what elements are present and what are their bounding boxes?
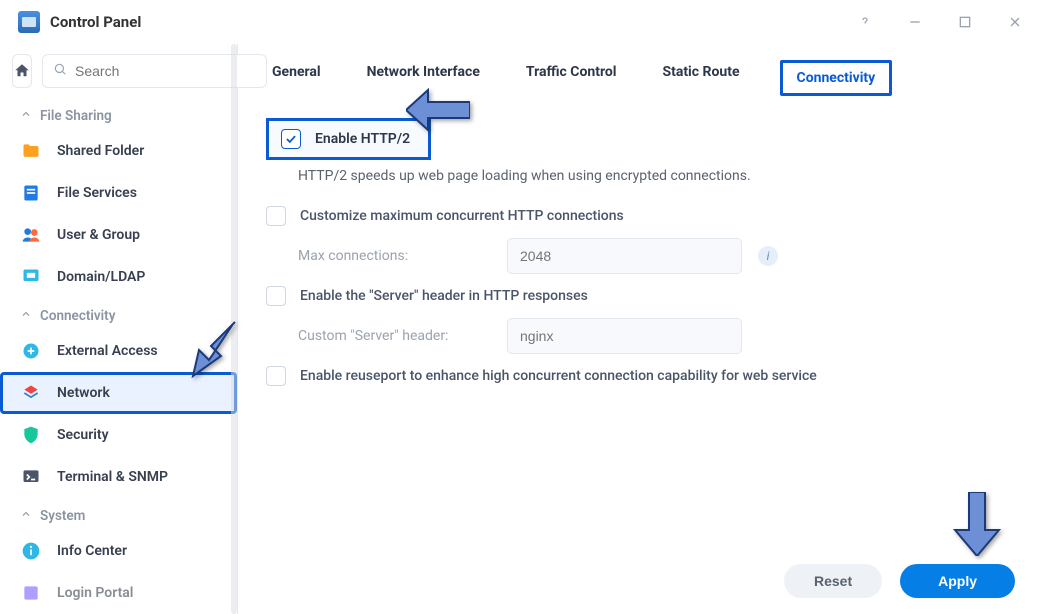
section-system[interactable]: System <box>0 498 237 530</box>
max-connections-input <box>507 238 742 274</box>
custom-server-header-label: Custom "Server" header: <box>266 328 491 344</box>
sidebar-item-domain-ldap[interactable]: Domain/LDAP <box>0 256 237 298</box>
info-icon[interactable]: i <box>758 246 778 266</box>
users-icon <box>20 224 42 246</box>
window-title: Control Panel <box>50 13 141 31</box>
sidebar-item-label: Terminal & SNMP <box>57 469 168 485</box>
folder-icon <box>20 140 42 162</box>
checkbox-reuseport[interactable] <box>266 366 286 386</box>
sidebar-item-login-portal[interactable]: Login Portal <box>0 572 237 614</box>
sidebar-item-file-services[interactable]: File Services <box>0 172 237 214</box>
chevron-up-icon <box>20 308 32 324</box>
tab-connectivity[interactable]: Connectivity <box>780 60 893 96</box>
sidebar-item-network[interactable]: Network <box>0 372 237 414</box>
enable-server-header-label: Enable the "Server" header in HTTP respo… <box>300 288 588 304</box>
reset-button[interactable]: Reset <box>784 564 882 598</box>
sidebar-item-label: Info Center <box>57 543 127 559</box>
sidebar-item-label: Domain/LDAP <box>57 269 145 285</box>
sidebar-item-label: Network <box>57 385 110 401</box>
enable-server-header-row[interactable]: Enable the "Server" header in HTTP respo… <box>266 280 1015 312</box>
info-icon <box>20 540 42 562</box>
search-icon <box>53 62 67 80</box>
enable-http2-label: Enable HTTP/2 <box>315 131 410 147</box>
sidebar-item-shared-folder[interactable]: Shared Folder <box>0 130 237 172</box>
shield-icon <box>20 424 42 446</box>
apply-button[interactable]: Apply <box>900 564 1015 598</box>
help-button[interactable] <box>855 12 875 32</box>
titlebar: Control Panel <box>0 0 1043 44</box>
sidebar-item-label: External Access <box>57 343 158 359</box>
sidebar-item-external-access[interactable]: External Access <box>0 330 237 372</box>
sidebar: File Sharing Shared Folder File Services… <box>0 44 238 614</box>
close-button[interactable] <box>1005 12 1025 32</box>
terminal-icon <box>20 466 42 488</box>
customize-connections-label: Customize maximum concurrent HTTP connec… <box>300 208 624 224</box>
search-input[interactable] <box>75 63 256 79</box>
chevron-up-icon <box>20 508 32 524</box>
section-label: Connectivity <box>40 308 115 324</box>
link-icon <box>20 340 42 362</box>
enable-reuseport-label: Enable reuseport to enhance high concurr… <box>300 368 817 384</box>
checkbox-customize-connections[interactable] <box>266 206 286 226</box>
control-panel-icon <box>18 11 40 33</box>
tab-network-interface[interactable]: Network Interface <box>361 60 486 96</box>
sidebar-item-label: User & Group <box>57 227 140 243</box>
tab-bar: General Network Interface Traffic Contro… <box>238 44 1043 108</box>
http2-description: HTTP/2 speeds up web page loading when u… <box>266 160 1015 200</box>
enable-http2-row[interactable]: Enable HTTP/2 <box>266 118 431 160</box>
portal-icon <box>20 582 42 604</box>
custom-server-header-input <box>507 318 742 354</box>
main-panel: General Network Interface Traffic Contro… <box>238 44 1043 614</box>
maximize-button[interactable] <box>955 12 975 32</box>
section-file-sharing[interactable]: File Sharing <box>0 98 237 130</box>
tab-general[interactable]: General <box>266 60 327 96</box>
search-input-wrap[interactable] <box>42 54 267 88</box>
sidebar-item-info-center[interactable]: Info Center <box>0 530 237 572</box>
sidebar-item-terminal-snmp[interactable]: Terminal & SNMP <box>0 456 237 498</box>
domain-icon <box>20 266 42 288</box>
sidebar-item-security[interactable]: Security <box>0 414 237 456</box>
max-connections-label: Max connections: <box>266 248 491 264</box>
sidebar-item-user-group[interactable]: User & Group <box>0 214 237 256</box>
minimize-button[interactable] <box>905 12 925 32</box>
section-label: File Sharing <box>40 108 112 124</box>
home-button[interactable] <box>12 54 32 88</box>
file-services-icon <box>20 182 42 204</box>
sidebar-item-label: Shared Folder <box>57 143 144 159</box>
sidebar-item-label: Security <box>57 427 109 443</box>
customize-connections-row[interactable]: Customize maximum concurrent HTTP connec… <box>266 200 1015 232</box>
checkbox-enable-http2[interactable] <box>281 129 301 149</box>
enable-reuseport-row[interactable]: Enable reuseport to enhance high concurr… <box>266 360 1015 392</box>
sidebar-item-label: Login Portal <box>57 585 133 601</box>
section-connectivity[interactable]: Connectivity <box>0 298 237 330</box>
section-label: System <box>40 508 85 524</box>
checkbox-server-header[interactable] <box>266 286 286 306</box>
network-icon <box>20 382 42 404</box>
tab-static-route[interactable]: Static Route <box>656 60 745 96</box>
tab-traffic-control[interactable]: Traffic Control <box>520 60 623 96</box>
chevron-up-icon <box>20 108 32 124</box>
sidebar-item-label: File Services <box>57 185 137 201</box>
